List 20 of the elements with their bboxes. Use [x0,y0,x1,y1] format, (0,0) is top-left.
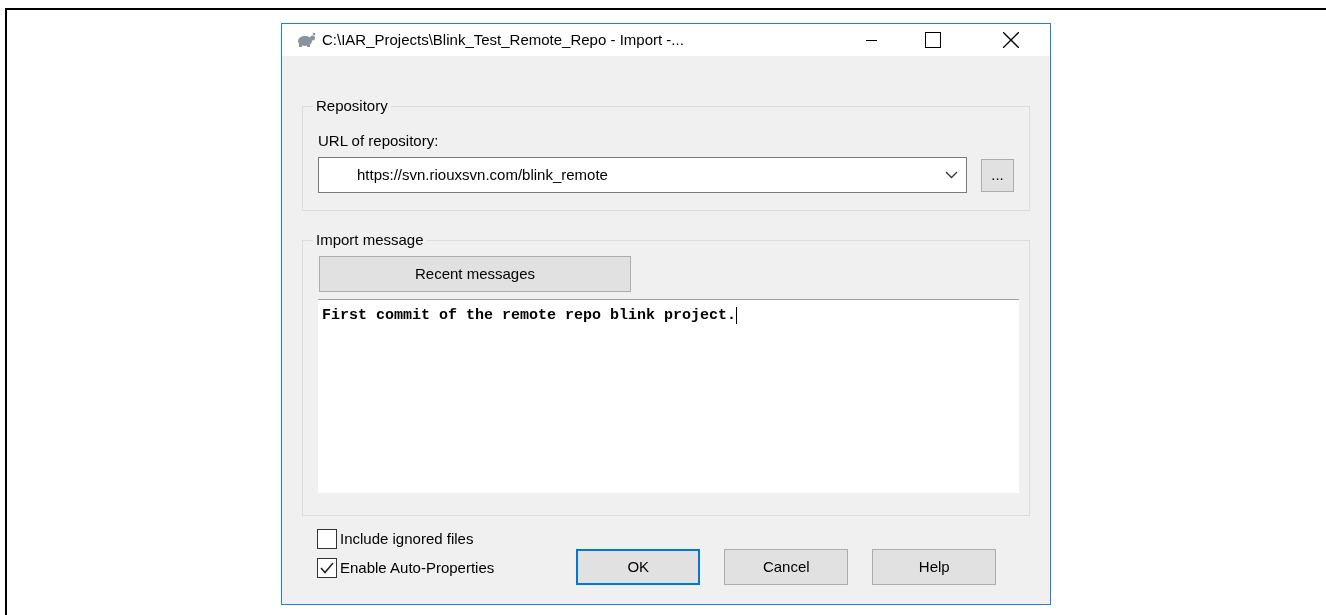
minimize-icon [865,39,877,41]
checkmark-icon [320,562,334,574]
recent-messages-button[interactable]: Recent messages [319,256,631,292]
turtle-icon [296,32,316,48]
cancel-button[interactable]: Cancel [724,549,849,585]
checkbox-label: Include ignored files [340,529,474,549]
browse-button[interactable]: ... [981,158,1014,192]
url-label: URL of repository: [318,131,439,151]
url-combobox[interactable]: https://svn.riouxsvn.com/blink_remote [318,157,968,193]
message-text: First commit of the remote repo blink project. [322,307,738,324]
checkbox[interactable] [317,529,337,549]
checkbox[interactable] [317,558,337,578]
ok-button[interactable]: OK [576,549,701,585]
maximize-icon [925,32,941,48]
url-value: https://svn.riouxsvn.com/blink_remote [357,164,608,185]
close-icon [1003,32,1019,48]
checkbox-label: Enable Auto-Properties [340,558,495,578]
message-textarea[interactable]: First commit of the remote repo blink project. [318,299,1019,493]
help-button[interactable]: Help [872,549,997,585]
window-title: C:\IAR_Projects\Blink_Test_Remote_Repo - Import -... [322,29,684,50]
